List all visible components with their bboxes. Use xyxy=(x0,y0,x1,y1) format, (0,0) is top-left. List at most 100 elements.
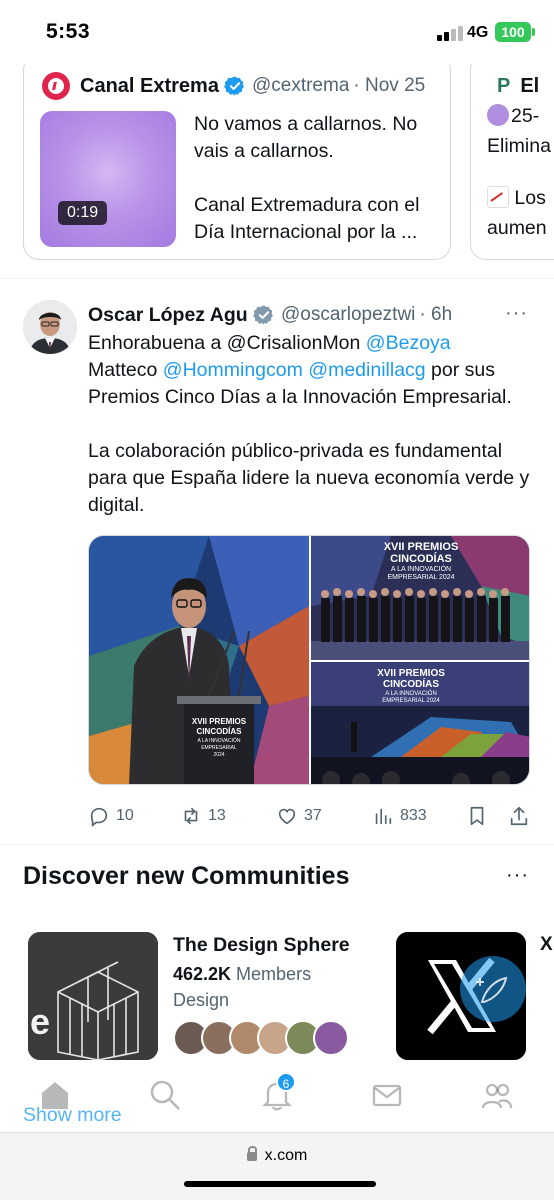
network-type: 4G xyxy=(467,24,489,41)
quoted-author-name[interactable]: Canal Extrema xyxy=(80,75,219,98)
tweet-time: · 6h xyxy=(419,304,453,325)
chart-increasing-icon xyxy=(487,186,509,208)
p-logo-icon: P xyxy=(497,75,511,97)
purple-circle-icon xyxy=(487,104,509,126)
community-topic: Design xyxy=(173,990,230,1010)
like-button[interactable]: 37 xyxy=(276,800,322,832)
photo-group-on-stage[interactable]: XVII PREMIOS CINCODÍAS A LA INNOVACIÓN E… xyxy=(311,536,530,660)
community-name[interactable]: The Design Sphere xyxy=(173,934,350,957)
communities-heading: Discover new Communities xyxy=(23,862,350,890)
quoted-tweet-card[interactable]: Canal Extrema @cextrema · Nov 25 0:19 No… xyxy=(23,64,451,260)
url-text: x.com xyxy=(264,1147,308,1164)
search-icon xyxy=(150,1080,180,1110)
members-label: Members xyxy=(231,964,312,984)
verified-badge-icon xyxy=(253,305,273,325)
quoted-date: · Nov 25 xyxy=(353,75,426,96)
quoted-next-line: Los xyxy=(514,187,546,209)
channel-logo-icon xyxy=(42,72,70,100)
tweet-line: Matteco @Hommingcom @medinillacg por sus xyxy=(88,357,536,384)
status-time: 5:53 xyxy=(46,20,91,43)
banner-text: EMPRESARIAL 2024 xyxy=(387,574,454,581)
browser-url-bar[interactable]: x.com xyxy=(0,1132,554,1200)
tweet-paragraph: La colaboración público-privada es funda… xyxy=(88,440,530,516)
url-display[interactable]: x.com xyxy=(0,1146,554,1165)
communities-more-icon[interactable]: ··· xyxy=(506,864,529,887)
more-options-icon[interactable]: ··· xyxy=(505,302,528,325)
notifications-badge: 6 xyxy=(276,1072,296,1092)
retweet-icon xyxy=(184,807,198,825)
reply-icon xyxy=(90,807,108,827)
bookmark-icon xyxy=(470,806,484,826)
banner-text: XVII PREMIOS xyxy=(377,668,445,679)
photo-speaker-at-lectern[interactable]: XVII PREMIOS CINCODÍAS A LA INNOVACIÓN E… xyxy=(89,536,309,785)
quoted-next-header: P El xyxy=(497,75,539,98)
compose-feather-icon xyxy=(476,976,508,1003)
lectern-text: A LA INNOVACIÓN xyxy=(198,737,241,744)
view-count: 833 xyxy=(400,807,427,824)
quoted-next-line: aumen xyxy=(487,217,547,239)
verified-badge-icon xyxy=(224,76,244,96)
quoted-carousel: Canal Extrema @cextrema · Nov 25 0:19 No… xyxy=(0,64,554,260)
quoted-next-text: 25- Elimina Los aumen xyxy=(487,101,551,243)
tab-communities[interactable] xyxy=(480,1078,514,1112)
tweet-text-segment: Enhorabuena a @CrisalionMon xyxy=(88,332,366,354)
home-indicator xyxy=(184,1181,376,1187)
quoted-next-line: 25- xyxy=(511,105,540,127)
tweet-text-segment: Matteco xyxy=(88,359,163,381)
author-avatar[interactable] xyxy=(23,300,77,354)
quoted-text-line: No vamos a callarnos. No vais a callarno… xyxy=(194,113,418,162)
tweet-text-segment: por sus xyxy=(425,359,496,381)
show-more-link[interactable]: Show more xyxy=(23,1104,122,1127)
signal-icon xyxy=(437,25,463,41)
tweet-text: Enhorabuena a @CrisalionMon @Bezoya Matt… xyxy=(88,330,536,519)
video-thumbnail[interactable]: 0:19 xyxy=(40,111,176,247)
battery-tip xyxy=(532,28,535,36)
views-chart-icon xyxy=(375,808,392,825)
divider xyxy=(0,278,554,279)
mention-link[interactable]: @Hommingcom xyxy=(163,359,303,381)
retweet-button[interactable]: 13 xyxy=(180,800,226,832)
member-avatars xyxy=(173,1020,349,1060)
mention-link[interactable]: @Bezoya xyxy=(366,332,451,354)
quoted-tweet-text: No vamos a callarnos. No vais a callarno… xyxy=(194,111,440,260)
tweet-actions: 10 13 37 833 xyxy=(88,800,534,832)
quoted-author-handle: @cextrema xyxy=(251,75,350,96)
tab-messages[interactable] xyxy=(370,1078,404,1112)
people-icon xyxy=(481,1083,513,1109)
quoted-tweet-card-next[interactable]: P El 25- Elimina Los aumen xyxy=(470,64,554,260)
mail-icon xyxy=(372,1084,402,1107)
community-next-edge: X xyxy=(540,934,553,955)
tweet-header: Oscar López Agueda @oscarlopeztwi · 6h ·… xyxy=(88,300,528,330)
compose-button[interactable] xyxy=(460,956,526,1022)
mention-link[interactable]: @medinillacg xyxy=(308,359,425,381)
member-avatar xyxy=(313,1020,349,1056)
bookmark-button[interactable] xyxy=(466,800,494,832)
person-photo-icon xyxy=(23,300,77,354)
tweet-author-name[interactable]: Oscar López Agueda xyxy=(88,304,248,327)
banner-text: A LA INNOVACIÓN xyxy=(385,690,437,697)
photo-stage-wide[interactable]: XVII PREMIOS CINCODÍAS A LA INNOVACIÓN E… xyxy=(311,662,530,785)
tab-search[interactable] xyxy=(148,1078,182,1112)
lectern-text: EMPRESARIAL xyxy=(201,745,237,751)
lectern-text: XVII PREMIOS xyxy=(192,717,247,726)
banner-text: CINCODÍAS xyxy=(390,552,452,565)
lock-icon xyxy=(246,1146,257,1161)
svg-text:e: e xyxy=(30,1001,50,1042)
banner-text: CINCODÍAS xyxy=(383,677,439,690)
share-button[interactable] xyxy=(508,800,536,832)
tweet-line: Premios Cinco Días a la Innovación Empre… xyxy=(88,386,512,408)
tweet-line: Enhorabuena a @CrisalionMon @Bezoya xyxy=(88,330,536,357)
reply-button[interactable]: 10 xyxy=(88,800,134,832)
community-cover-image[interactable]: e xyxy=(28,932,158,1060)
tweet-media-grid: XVII PREMIOS CINCODÍAS A LA INNOVACIÓN E… xyxy=(88,535,530,785)
community-members: 462.2K Members xyxy=(173,964,311,985)
share-icon xyxy=(510,806,528,826)
banner-text: EMPRESARIAL 2024 xyxy=(382,698,440,704)
members-count: 462.2K xyxy=(173,964,232,984)
banner-text: A LA INNOVACIÓN xyxy=(391,564,451,573)
quoted-next-line: Elimina xyxy=(487,135,551,157)
divider xyxy=(0,844,554,845)
heart-icon xyxy=(278,808,296,825)
views-button[interactable]: 833 xyxy=(372,800,427,832)
status-bar: 5:53 4G 100 xyxy=(0,0,554,64)
